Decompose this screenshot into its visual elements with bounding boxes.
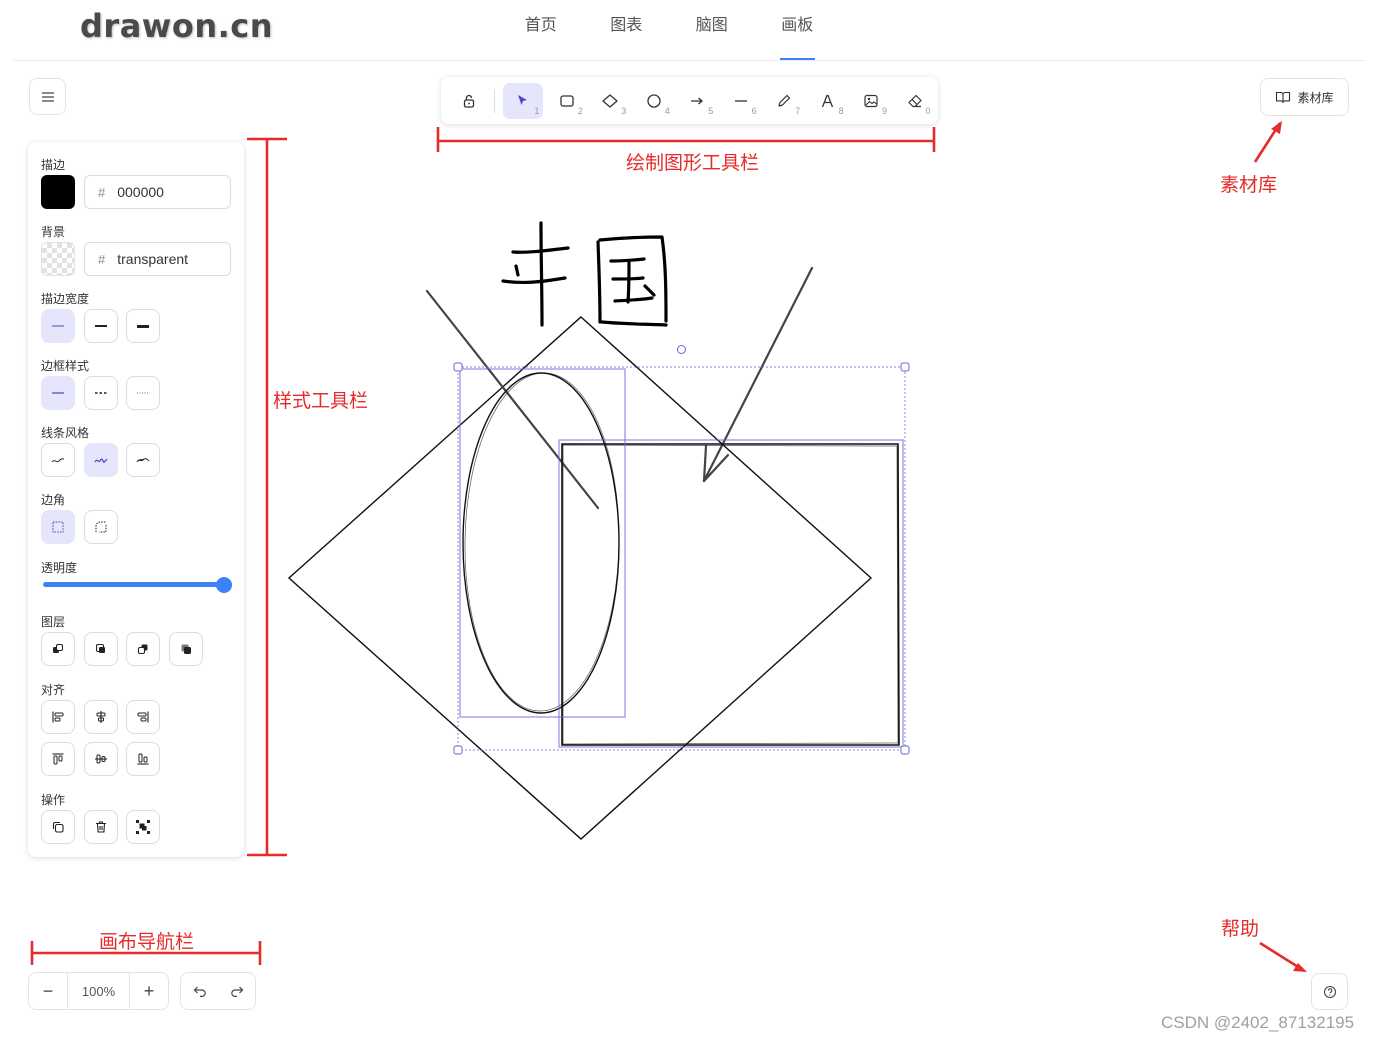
help-button[interactable] xyxy=(1311,973,1348,1010)
handwritten-text xyxy=(501,221,668,327)
undo-icon xyxy=(193,986,206,997)
nav-annotation: 画布导航栏 xyxy=(99,932,195,953)
arrow-shape[interactable] xyxy=(702,266,814,483)
help-icon xyxy=(1323,985,1336,998)
library-annotation: 素材库 xyxy=(1220,175,1278,196)
watermark: CSDN @2402_87132195 xyxy=(1161,1013,1355,1032)
redo-button[interactable] xyxy=(218,973,255,1009)
annotation-markers xyxy=(30,122,1304,972)
help-annotation: 帮助 xyxy=(1221,919,1260,940)
zoom-level[interactable]: 100% xyxy=(67,973,130,1009)
toolbar-annotation: 绘制图形工具栏 xyxy=(626,153,760,174)
redo-icon xyxy=(230,986,243,997)
zoom-out-button[interactable]: − xyxy=(29,973,67,1009)
zoom-in-button[interactable]: + xyxy=(130,973,168,1009)
zoom-controls: − 100% + xyxy=(28,972,169,1010)
line-shape[interactable] xyxy=(425,289,600,510)
selection-outline xyxy=(457,366,906,751)
undo-button[interactable] xyxy=(181,973,218,1009)
style-panel-annotation: 样式工具栏 xyxy=(273,391,369,412)
rectangle-shape[interactable] xyxy=(561,443,900,746)
ellipse-shape[interactable] xyxy=(462,372,622,714)
history-controls xyxy=(180,972,256,1010)
annotation-arrowheads xyxy=(1271,121,1307,972)
